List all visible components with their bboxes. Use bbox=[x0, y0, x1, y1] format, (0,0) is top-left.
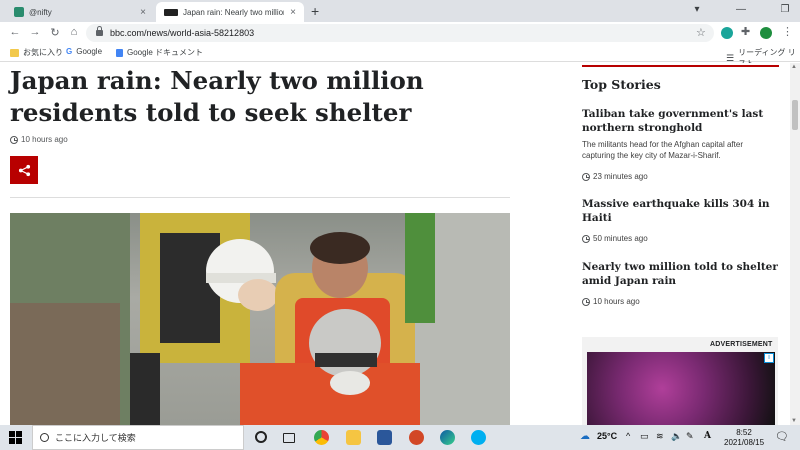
story-link-japan[interactable]: Nearly two million told to shelter amid … bbox=[582, 260, 778, 288]
browser-toolbar: ← → ↻ ⌂ bbc.com/news/world-asia-58212803… bbox=[0, 22, 800, 44]
web-page: Japan rain: Nearly two million residents… bbox=[0, 63, 790, 425]
story-link-taliban[interactable]: Taliban take government's last northern … bbox=[582, 107, 778, 135]
clock-date: 2021/08/15 bbox=[724, 438, 765, 447]
window-controls: ▾ — ❐ bbox=[690, 4, 800, 15]
scroll-down-icon[interactable]: ▼ bbox=[791, 418, 797, 424]
bookmarks-bar: お気に入り G Google Google ドキュメント ☰ リーディング リス… bbox=[0, 44, 800, 68]
advertisement-label: ADVERTISEMENT bbox=[710, 341, 773, 348]
top-stories-heading: Top Stories bbox=[582, 77, 661, 92]
pen-icon[interactable]: ✎ bbox=[686, 431, 694, 442]
search-placeholder: ここに入力して検索 bbox=[55, 433, 136, 443]
share-icon bbox=[18, 164, 30, 176]
page-scrollbar[interactable]: ▲ ▼ bbox=[790, 63, 800, 425]
scroll-up-icon[interactable]: ▲ bbox=[791, 64, 797, 70]
share-button[interactable] bbox=[10, 156, 38, 184]
clock-icon bbox=[582, 297, 590, 306]
address-bar[interactable]: bbc.com/news/world-asia-58212803 bbox=[86, 24, 714, 42]
tab-close-icon[interactable]: × bbox=[290, 7, 296, 18]
clock-icon bbox=[582, 172, 590, 181]
bookmark-star-icon[interactable]: ☆ bbox=[696, 26, 706, 39]
cortana-icon[interactable] bbox=[255, 431, 267, 443]
clock-icon bbox=[582, 234, 590, 243]
search-icon bbox=[40, 433, 49, 442]
notifications-icon[interactable]: 🗨 bbox=[775, 430, 789, 443]
system-clock[interactable]: 8:52 2021/08/15 bbox=[724, 428, 764, 448]
home-icon[interactable]: ⌂ bbox=[67, 26, 81, 38]
story-timestamp: 50 minutes ago bbox=[582, 234, 648, 243]
tab-close-icon[interactable]: × bbox=[140, 7, 146, 18]
story-summary: The militants head for the Afghan capita… bbox=[582, 140, 743, 160]
weather-icon[interactable]: ☁ bbox=[580, 431, 590, 442]
tab-strip: @nifty × Japan rain: Nearly two million … bbox=[0, 0, 800, 22]
wifi-icon[interactable]: ≋ bbox=[656, 431, 664, 442]
story-link-haiti[interactable]: Massive earthquake kills 304 in Haiti bbox=[582, 197, 778, 225]
minimize-icon[interactable]: — bbox=[734, 4, 748, 15]
article-photo-rescue bbox=[10, 213, 510, 425]
ime-indicator[interactable]: A bbox=[704, 431, 711, 441]
timestamp-text: 50 minutes ago bbox=[593, 234, 648, 243]
temperature-text[interactable]: 25°C bbox=[597, 431, 617, 441]
timestamp-text: 10 hours ago bbox=[593, 297, 640, 306]
tab-search-icon[interactable]: ▾ bbox=[690, 4, 704, 15]
extensions-puzzle-icon[interactable]: ✚ bbox=[741, 25, 753, 38]
network-icon[interactable]: ▭ bbox=[640, 431, 649, 442]
file-explorer-icon[interactable] bbox=[346, 430, 361, 445]
maximize-icon[interactable]: ❐ bbox=[778, 4, 792, 15]
word-icon[interactable] bbox=[377, 430, 392, 445]
forward-icon[interactable]: → bbox=[28, 26, 42, 38]
top-stories-accent bbox=[582, 65, 779, 67]
menu-icon[interactable]: ⋮ bbox=[782, 25, 793, 38]
url-text[interactable]: bbc.com/news/world-asia-58212803 bbox=[110, 28, 254, 38]
new-tab-button[interactable]: + bbox=[311, 3, 319, 19]
bbc-favicon-icon bbox=[164, 8, 178, 16]
nifty-favicon-icon bbox=[14, 7, 24, 17]
folder-icon bbox=[10, 48, 19, 57]
story-timestamp: 23 minutes ago bbox=[582, 172, 648, 181]
task-view-icon[interactable] bbox=[283, 433, 295, 443]
adchoices-icon[interactable]: i bbox=[764, 353, 774, 363]
docs-icon bbox=[116, 48, 123, 57]
bookmark-label: Google bbox=[76, 47, 103, 56]
tab-title: Japan rain: Nearly two million re bbox=[183, 7, 284, 17]
article-headline: Japan rain: Nearly two million residents… bbox=[10, 66, 424, 127]
bookmark-label: Google ドキュメント bbox=[127, 48, 204, 57]
tab-nifty[interactable]: @nifty × bbox=[6, 2, 154, 22]
tab-bbc-article[interactable]: Japan rain: Nearly two million re × bbox=[156, 2, 304, 22]
volume-icon[interactable]: 🔈 bbox=[671, 431, 682, 442]
reload-icon[interactable]: ↻ bbox=[48, 26, 62, 39]
advertisement-image[interactable]: i bbox=[587, 352, 775, 425]
windows-taskbar: ここに入力して検索 ☁ 25°C ^ ▭ ≋ 🔈 ✎ A 8:52 2021/0… bbox=[0, 425, 800, 450]
start-button[interactable] bbox=[9, 431, 22, 444]
bookmark-favorites[interactable]: お気に入り bbox=[10, 47, 63, 58]
google-icon: G bbox=[66, 47, 73, 56]
taskbar-search-box[interactable]: ここに入力して検索 bbox=[32, 425, 244, 450]
powerpoint-icon[interactable] bbox=[409, 430, 424, 445]
edge-icon[interactable] bbox=[440, 430, 455, 445]
clock-time: 8:52 bbox=[736, 428, 752, 437]
scrollbar-thumb[interactable] bbox=[792, 100, 798, 130]
timestamp-text: 23 minutes ago bbox=[593, 172, 648, 181]
lock-icon[interactable] bbox=[96, 26, 103, 36]
clock-icon bbox=[10, 135, 18, 144]
skype-icon[interactable] bbox=[471, 430, 486, 445]
divider bbox=[10, 197, 510, 198]
story-timestamp: 10 hours ago bbox=[582, 297, 640, 306]
back-icon[interactable]: ← bbox=[8, 26, 22, 38]
reading-list-icon: ☰ bbox=[726, 52, 735, 63]
profile-avatar[interactable] bbox=[760, 27, 772, 39]
chrome-icon[interactable] bbox=[314, 430, 329, 445]
extension-icon[interactable] bbox=[721, 27, 733, 39]
article-timestamp: 10 hours ago bbox=[10, 135, 68, 144]
bookmark-google[interactable]: G Google bbox=[66, 47, 102, 56]
rescue-photo-illustration bbox=[10, 213, 510, 425]
tab-title: @nifty bbox=[29, 7, 52, 17]
show-hidden-icons[interactable]: ^ bbox=[626, 431, 630, 441]
bookmark-label: お気に入り bbox=[23, 48, 63, 57]
bookmark-google-docs[interactable]: Google ドキュメント bbox=[116, 47, 203, 58]
timestamp-text: 10 hours ago bbox=[21, 135, 68, 144]
